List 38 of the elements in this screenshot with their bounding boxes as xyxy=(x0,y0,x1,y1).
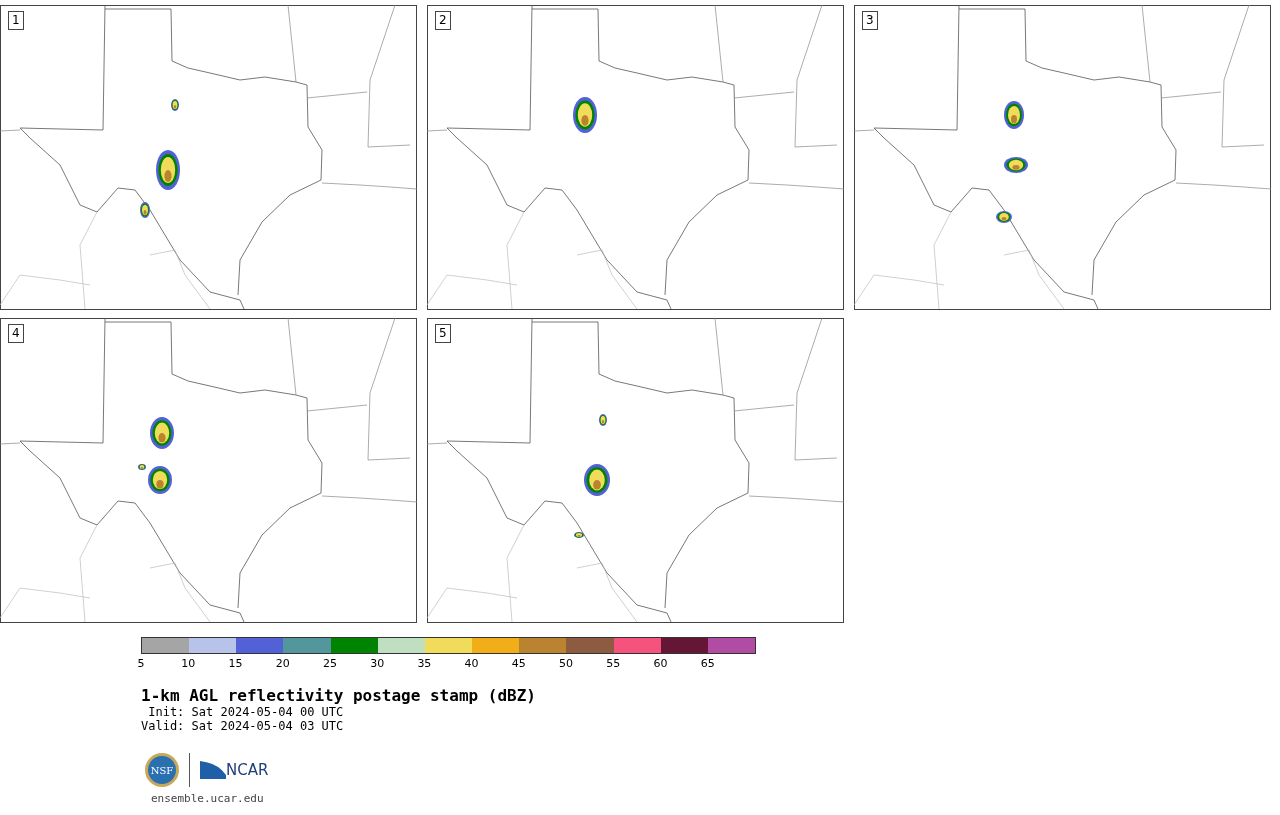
panel-number: 4 xyxy=(8,324,24,343)
tick-label: 10 xyxy=(181,657,196,670)
panel-number: 5 xyxy=(435,324,451,343)
nsf-logo: NSF xyxy=(145,753,179,787)
storm-cell xyxy=(584,464,610,496)
storm-cell xyxy=(148,466,172,494)
tick-label: 25 xyxy=(322,657,337,670)
tick-label: 15 xyxy=(228,657,243,670)
tick-label: 30 xyxy=(370,657,385,670)
valid-time: Valid: Sat 2024-05-04 03 UTC xyxy=(141,719,345,733)
storm-cell xyxy=(140,202,150,218)
storm-cell xyxy=(1004,101,1024,129)
tick-label: 35 xyxy=(417,657,432,670)
storm-cell xyxy=(1004,157,1028,173)
storm-cell xyxy=(171,99,179,111)
storm-cell xyxy=(574,532,584,538)
tick-label: 55 xyxy=(606,657,621,670)
swoosh-icon xyxy=(200,761,226,779)
panel-number: 3 xyxy=(862,11,878,30)
storm-cell xyxy=(138,464,146,470)
tick-label: 45 xyxy=(511,657,526,670)
tick-label: 65 xyxy=(700,657,715,670)
init-time: Init: Sat 2024-05-04 00 UTC xyxy=(147,705,345,719)
panel-number: 1 xyxy=(8,11,24,30)
footer-url: ensemble.ucar.edu xyxy=(151,791,265,807)
panel-number: 2 xyxy=(435,11,451,30)
storm-cell xyxy=(156,150,180,190)
ncar-logo: NCAR xyxy=(226,759,269,781)
storm-cell xyxy=(150,417,174,449)
tick-label: 60 xyxy=(653,657,668,670)
tick-label: 20 xyxy=(275,657,290,670)
storm-cell xyxy=(996,211,1012,223)
tick-label: 5 xyxy=(137,657,145,670)
storm-cell xyxy=(573,97,597,133)
tick-label: 50 xyxy=(559,657,574,670)
chart-title: 1-km AGL reflectivity postage stamp (dBZ) xyxy=(141,687,537,705)
tick-label: 40 xyxy=(464,657,479,670)
storm-cell xyxy=(599,414,607,426)
